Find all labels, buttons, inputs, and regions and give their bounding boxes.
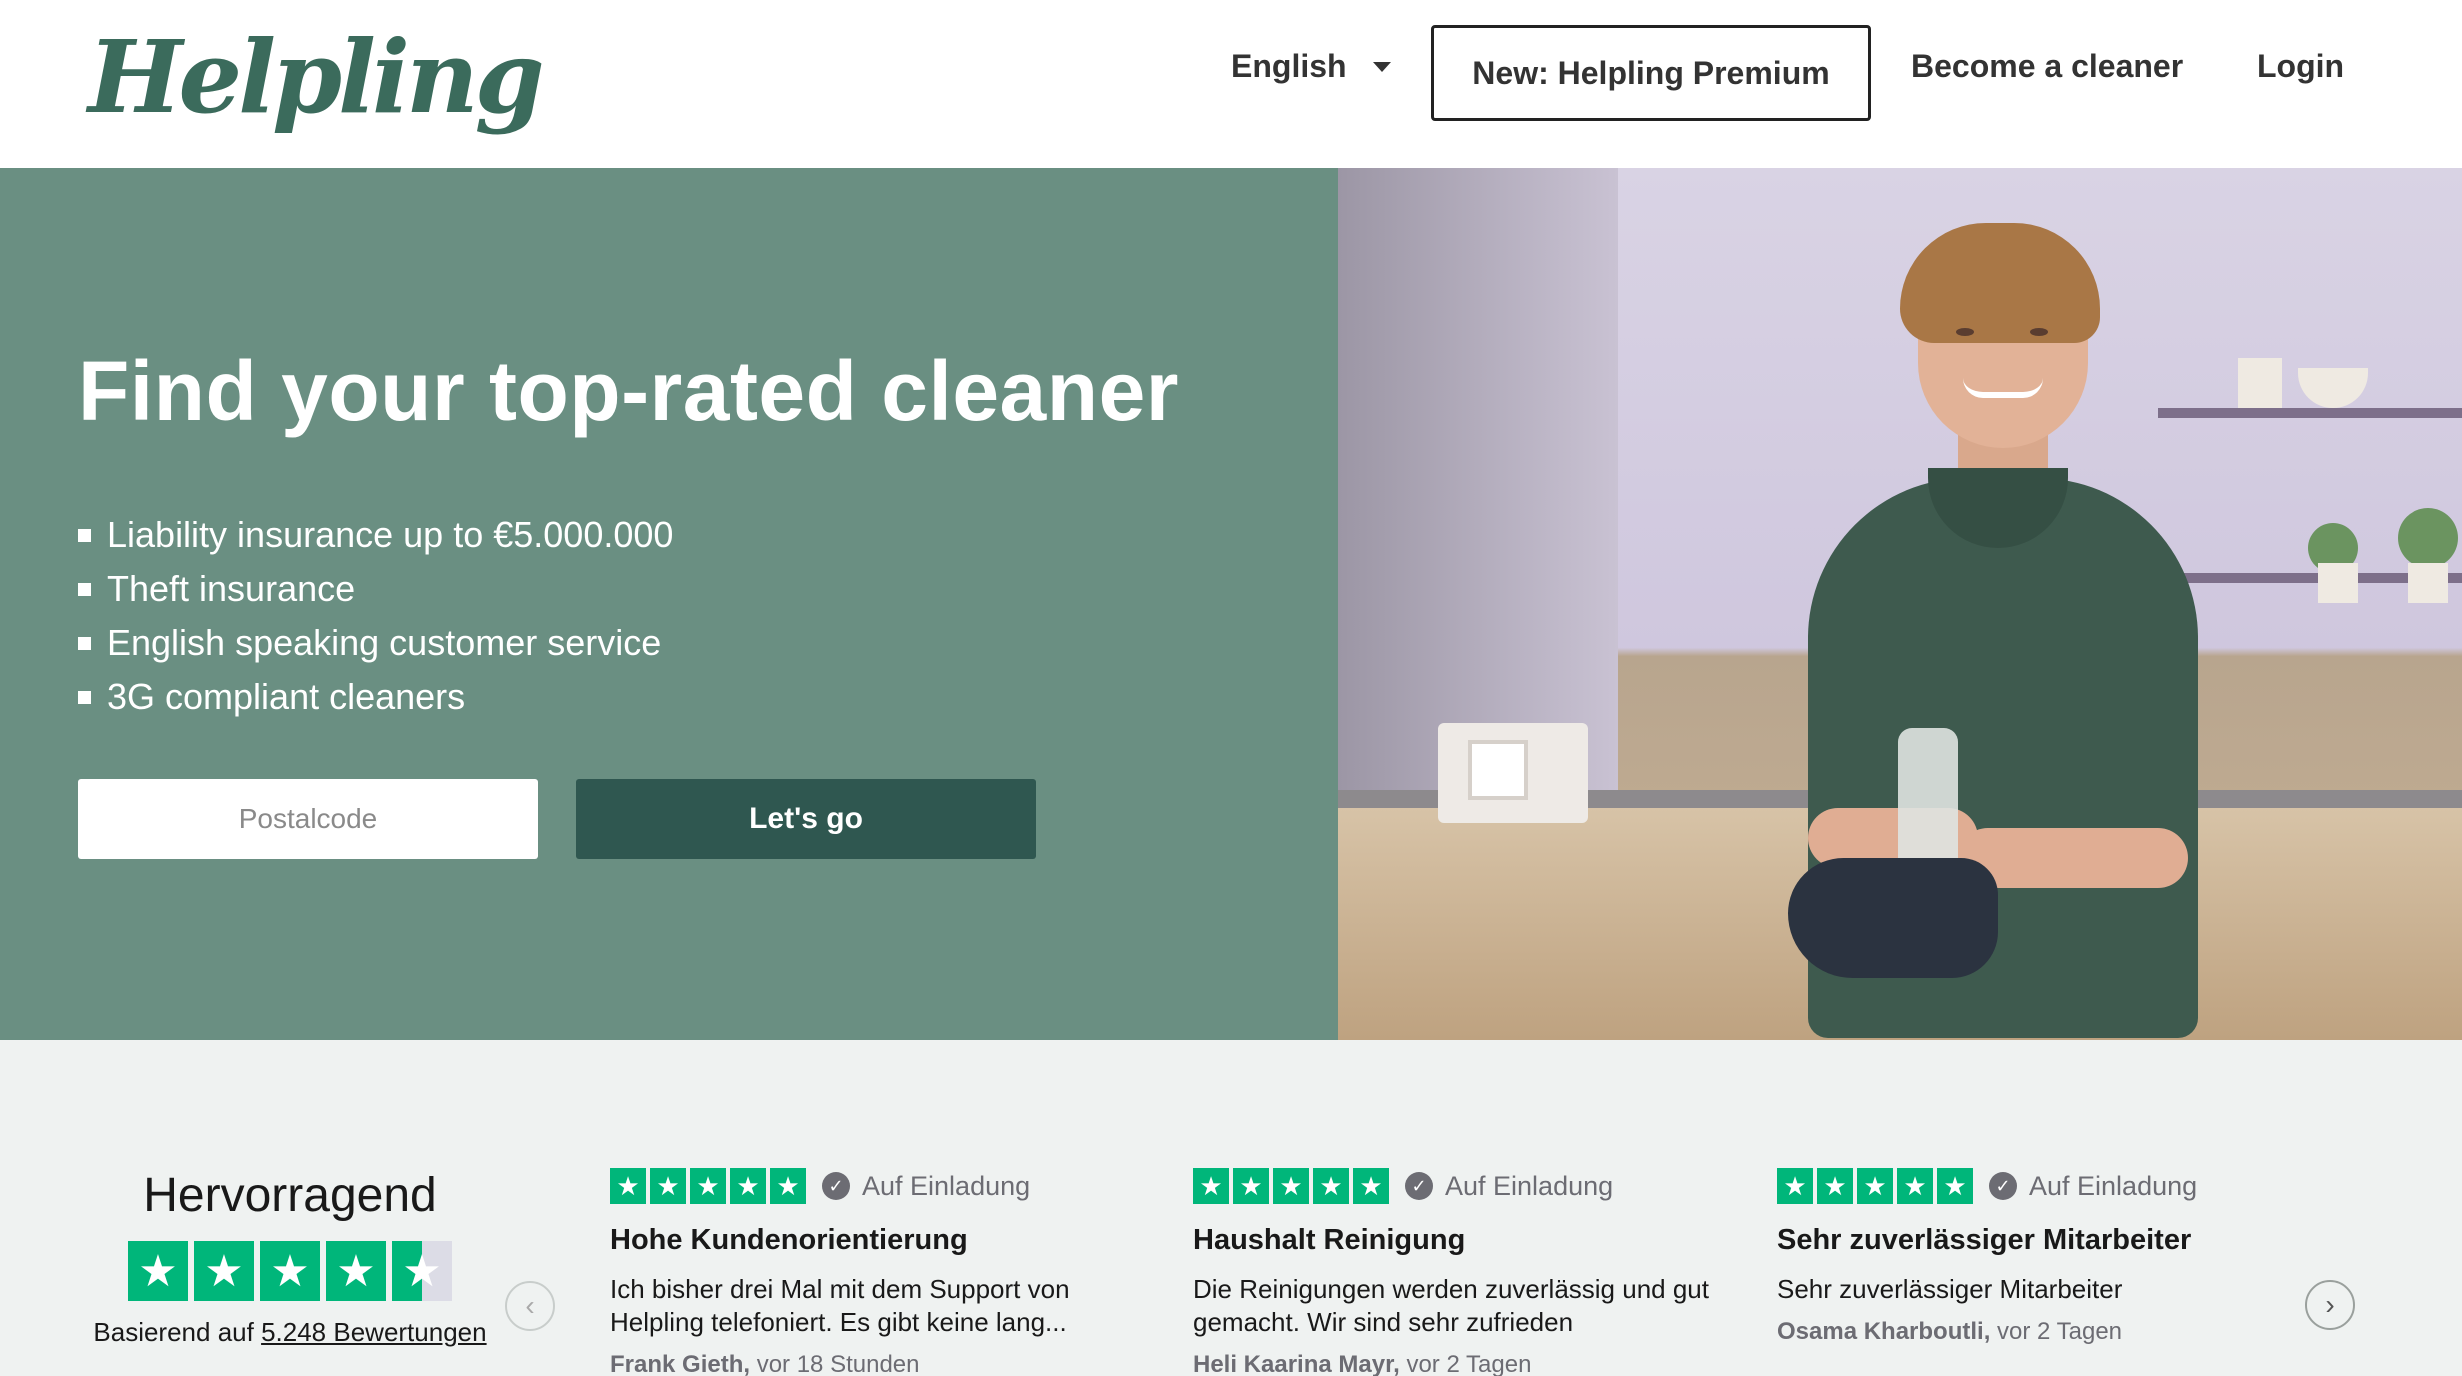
review-title: Hohe Kundenorientierung <box>610 1224 968 1256</box>
feature-text: Theft insurance <box>107 568 356 609</box>
postalcode-input[interactable] <box>78 779 538 859</box>
feature-item: Theft insurance <box>78 562 673 616</box>
feature-item: English speaking customer service <box>78 616 673 670</box>
star-icon: ★ <box>650 1168 686 1204</box>
bullet-icon <box>78 690 91 704</box>
chevron-left-icon[interactable]: ‹ <box>505 1281 555 1331</box>
review-text: Sehr zuverlässiger Mitarbeiter <box>1777 1274 2123 1304</box>
review-card[interactable]: ★ ★ ★ ★ ★ ✓ Auf Einladung Hohe Kundenori… <box>610 1168 1150 1376</box>
review-author: Heli Kaarina Mayr, vor 2 Tagen <box>1193 1351 1733 1376</box>
review-time: vor 2 Tagen <box>1997 1318 2123 1345</box>
feature-list: Liability insurance up to €5.000.000 The… <box>78 508 673 724</box>
review-time: vor 18 Stunden <box>756 1351 920 1376</box>
hero-photo <box>1338 168 2462 1040</box>
microwave-door <box>1468 740 1528 800</box>
author-name: Osama Kharboutli, <box>1777 1318 1991 1345</box>
check-circle-icon: ✓ <box>1405 1172 1433 1200</box>
plant-pot <box>2408 563 2448 603</box>
star-icon: ★ <box>1817 1168 1853 1204</box>
review-text: Ich bisher drei Mal mit dem Support von … <box>610 1274 1070 1337</box>
language-label: English <box>1231 48 1347 84</box>
trustpilot-based-on: Basierend auf 5.248 Bewertungen <box>90 1317 490 1348</box>
spray-bottle <box>1898 728 1958 878</box>
review-author: Frank Gieth, vor 18 Stunden <box>610 1351 1150 1376</box>
bowl <box>2298 368 2368 408</box>
site-header: Helpling English New: Helpling Premium B… <box>0 0 2462 168</box>
star-icon: ★ <box>610 1168 646 1204</box>
cleaner-hair <box>1900 223 2100 343</box>
star-icon: ★ <box>260 1241 320 1301</box>
star-icon: ★ <box>1777 1168 1813 1204</box>
verified-label: Auf Einladung <box>2029 1170 2198 1201</box>
star-icon: ★ <box>730 1168 766 1204</box>
review-text: Die Reinigungen werden zuverlässig und g… <box>1193 1274 1709 1337</box>
based-on-text: Basierend auf <box>93 1317 254 1347</box>
trustpilot-stars: ★ ★ ★ ★ ★ <box>90 1241 490 1301</box>
language-selector[interactable]: English <box>1231 48 1391 85</box>
bullet-icon <box>78 582 91 596</box>
vase <box>2238 358 2282 408</box>
review-header: ★ ★ ★ ★ ★ ✓ Auf Einladung <box>610 1168 1150 1204</box>
review-title: Sehr zuverlässiger Mitarbeiter <box>1777 1224 2192 1256</box>
cleaner-eye <box>1956 328 1974 336</box>
star-icon: ★ <box>326 1241 386 1301</box>
login-link[interactable]: Login <box>2257 48 2344 85</box>
bullet-icon <box>78 636 91 650</box>
plant-pot <box>2318 563 2358 603</box>
review-card[interactable]: ★ ★ ★ ★ ★ ✓ Auf Einladung Haushalt Reini… <box>1193 1168 1733 1376</box>
verified-label: Auf Einladung <box>862 1170 1031 1201</box>
lets-go-button[interactable]: Let's go <box>576 779 1036 859</box>
cleaner-eye <box>2030 328 2048 336</box>
review-author: Osama Kharboutli, vor 2 Tagen <box>1777 1318 2317 1346</box>
star-icon: ★ <box>194 1241 254 1301</box>
review-title: Haushalt Reinigung <box>1193 1224 1466 1256</box>
helpling-logo[interactable]: Helpling <box>88 22 545 132</box>
review-header: ★ ★ ★ ★ ★ ✓ Auf Einladung <box>1777 1168 2317 1204</box>
review-card[interactable]: ★ ★ ★ ★ ★ ✓ Auf Einladung Sehr zuverläss… <box>1777 1168 2317 1346</box>
star-icon: ★ <box>690 1168 726 1204</box>
feature-item: 3G compliant cleaners <box>78 670 673 724</box>
hero-panel: Find your top-rated cleaner Liability in… <box>0 168 1338 1040</box>
half-star-icon: ★ <box>392 1241 452 1301</box>
wall-shelf <box>2158 408 2462 418</box>
check-circle-icon: ✓ <box>822 1172 850 1200</box>
premium-button[interactable]: New: Helpling Premium <box>1431 25 1871 121</box>
feature-text: English speaking customer service <box>107 622 662 663</box>
star-icon: ★ <box>1233 1168 1269 1204</box>
cleaning-cloth <box>1788 858 1998 978</box>
become-cleaner-link[interactable]: Become a cleaner <box>1911 48 2183 85</box>
star-icon: ★ <box>1937 1168 1973 1204</box>
review-time: vor 2 Tagen <box>1406 1351 1532 1376</box>
plant <box>2398 508 2458 568</box>
star-icon: ★ <box>1273 1168 1309 1204</box>
reviews-count-link[interactable]: 5.248 Bewertungen <box>261 1317 487 1347</box>
star-icon: ★ <box>1897 1168 1933 1204</box>
star-icon: ★ <box>1193 1168 1229 1204</box>
star-icon: ★ <box>1313 1168 1349 1204</box>
check-circle-icon: ✓ <box>1989 1172 2017 1200</box>
star-icon: ★ <box>128 1241 188 1301</box>
author-name: Heli Kaarina Mayr, <box>1193 1351 1400 1376</box>
feature-item: Liability insurance up to €5.000.000 <box>78 508 673 562</box>
hero-title: Find your top-rated cleaner <box>78 344 1179 438</box>
star-icon: ★ <box>1857 1168 1893 1204</box>
trustpilot-summary: Hervorragend ★ ★ ★ ★ ★ Basierend auf 5.2… <box>90 1168 490 1348</box>
cleaner-smile <box>1963 378 2043 398</box>
review-header: ★ ★ ★ ★ ★ ✓ Auf Einladung <box>1193 1168 1733 1204</box>
feature-text: Liability insurance up to €5.000.000 <box>107 514 674 555</box>
verified-label: Auf Einladung <box>1445 1170 1614 1201</box>
bullet-icon <box>78 528 91 542</box>
caret-down-icon <box>1372 61 1391 72</box>
feature-text: 3G compliant cleaners <box>107 676 466 717</box>
author-name: Frank Gieth, <box>610 1351 751 1376</box>
star-icon: ★ <box>770 1168 806 1204</box>
star-icon: ★ <box>1353 1168 1389 1204</box>
trustpilot-rating-text: Hervorragend <box>143 1169 437 1222</box>
